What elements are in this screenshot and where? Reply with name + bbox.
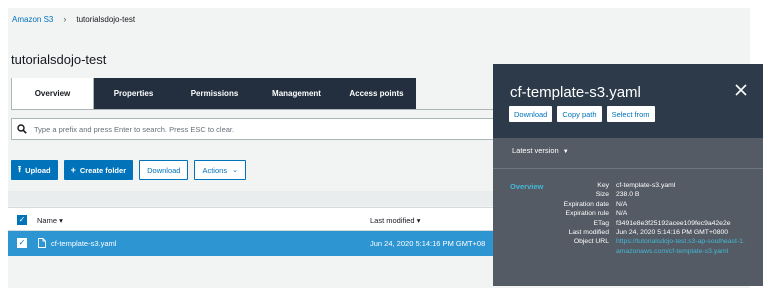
detail-row-expiration-rule: Expiration rule N/A	[533, 209, 759, 218]
panel-title: cf-template-s3.yaml	[510, 84, 641, 101]
object-url-link[interactable]: https://tutorialsdojo-test.s3-ap-southea…	[616, 237, 746, 256]
tab-management[interactable]: Management	[256, 78, 337, 109]
file-icon	[38, 238, 46, 250]
detail-row-last-modified: Last modified Jun 24, 2020 5:14:16 PM GM…	[533, 228, 759, 237]
panel-divider	[493, 168, 763, 169]
tab-access-points[interactable]: Access points	[337, 78, 416, 109]
toolbar: ⭱ Upload + Create folder Download Action…	[11, 160, 246, 180]
detail-value: f3491e8e3f25192acee109fec9a42e2e	[616, 219, 731, 227]
chevron-down-icon: ⌄	[232, 167, 238, 174]
detail-key: Last modified	[568, 229, 609, 237]
object-details-panel: cf-template-s3.yaml Download Copy path S…	[493, 64, 763, 286]
upload-label: Upload	[25, 165, 51, 175]
create-folder-label: Create folder	[79, 165, 127, 175]
search-placeholder: Type a prefix and press Enter to search.…	[34, 124, 235, 134]
download-label: Download	[147, 165, 181, 175]
plus-icon: +	[70, 165, 76, 175]
panel-actions: Download Copy path Select from	[509, 106, 655, 122]
column-header-last-modified[interactable]: Last modified ▾	[370, 216, 420, 225]
actions-dropdown[interactable]: Actions ⌄	[194, 160, 246, 180]
detail-key: Key	[597, 182, 609, 189]
detail-value: N/A	[616, 210, 628, 218]
detail-key: ETag	[593, 219, 610, 227]
tab-permissions[interactable]: Permissions	[173, 78, 256, 109]
close-icon[interactable]	[734, 83, 748, 97]
detail-row-object-url: Object URL https://tutorialsdojo-test.s3…	[533, 237, 759, 256]
version-dropdown[interactable]: Latest version ▼	[512, 146, 569, 155]
detail-key: Object URL	[573, 238, 609, 246]
tab-overview[interactable]: Overview	[11, 78, 94, 109]
detail-row-expiration-date: Expiration date N/A	[533, 200, 759, 209]
search-input[interactable]: Type a prefix and press Enter to search.…	[11, 118, 501, 140]
upload-button[interactable]: ⭱ Upload	[11, 160, 58, 180]
detail-row-key: Key cf-template-s3.yaml	[533, 181, 759, 190]
column-header-name[interactable]: Name ▾	[37, 216, 63, 225]
tab-properties[interactable]: Properties	[94, 78, 173, 109]
panel-header: cf-template-s3.yaml Download Copy path S…	[493, 64, 763, 138]
page-title: tutorialsdojo-test	[11, 52, 107, 67]
detail-value: cf-template-s3.yaml	[616, 182, 676, 189]
breadcrumb-root-link[interactable]: Amazon S3	[12, 15, 53, 24]
panel-download-button[interactable]: Download	[509, 106, 553, 122]
detail-row-size: Size 238.0 B	[533, 190, 759, 199]
detail-key: Expiration rule	[565, 210, 609, 218]
select-from-button[interactable]: Select from	[606, 106, 655, 122]
chevron-right-icon: ›	[63, 14, 67, 24]
detail-value: Jun 24, 2020 5:14:16 PM GMT+0800	[616, 229, 729, 237]
download-button[interactable]: Download	[139, 160, 189, 180]
file-last-modified: Jun 24, 2020 5:14:16 PM GMT+08	[370, 239, 486, 248]
actions-label: Actions	[202, 165, 228, 175]
tab-bar: Overview Properties Permissions Manageme…	[11, 78, 416, 109]
row-checkbox[interactable]: ✓	[17, 238, 27, 248]
detail-value: N/A	[616, 200, 628, 208]
file-name-link[interactable]: cf-template-s3.yaml	[51, 239, 116, 248]
object-details-list: Key cf-template-s3.yaml Size 238.0 B Exp…	[533, 181, 759, 256]
select-all-checkbox[interactable]: ✓	[17, 215, 27, 225]
detail-row-etag: ETag f3491e8e3f25192acee109fec9a42e2e	[533, 219, 759, 228]
breadcrumb-current: tutorialsdojo-test	[76, 14, 136, 24]
caret-down-icon: ▼	[562, 149, 569, 155]
detail-key: Size	[595, 191, 609, 199]
upload-icon: ⭱	[18, 164, 22, 174]
detail-key: Expiration date	[563, 200, 609, 208]
detail-value: 238.0 B	[616, 191, 640, 199]
version-label: Latest version	[512, 146, 559, 155]
create-folder-button[interactable]: + Create folder	[63, 160, 134, 180]
copy-path-button[interactable]: Copy path	[557, 106, 602, 122]
breadcrumb: Amazon S3 › tutorialsdojo-test	[8, 8, 750, 30]
search-icon	[12, 119, 32, 139]
